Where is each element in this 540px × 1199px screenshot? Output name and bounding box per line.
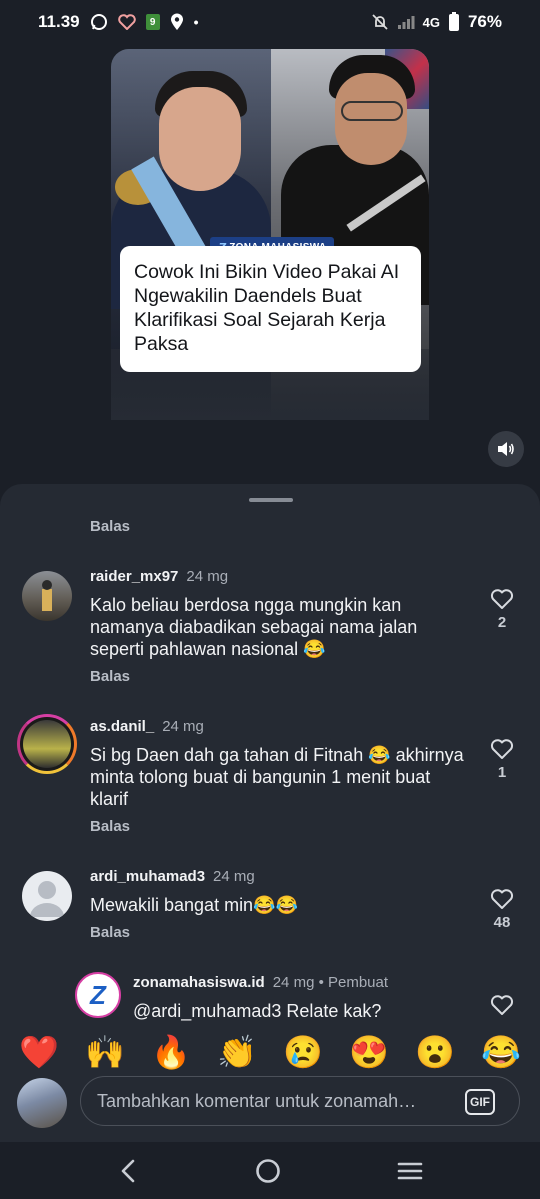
avatar-placeholder[interactable] [22, 871, 72, 921]
like-count: 2 [497, 614, 507, 631]
comment-input-placeholder: Tambahkan komentar untuk zonamah… [97, 1090, 417, 1111]
heart-icon [490, 589, 514, 609]
video-headline: Cowok Ini Bikin Video Pakai AI Ngewakili… [120, 246, 421, 372]
comment-text: Kalo beliau berdosa ngga mungkin kan nam… [90, 595, 418, 659]
comment-username[interactable]: raider_mx97 24 mg [90, 568, 228, 585]
app-notification-icon: 9 [145, 14, 160, 30]
sheet-drag-handle[interactable] [249, 498, 293, 502]
gif-button[interactable]: GIF [465, 1089, 495, 1115]
reply-link[interactable]: Balas [90, 924, 130, 941]
whatsapp-icon [90, 14, 107, 30]
system-nav-bar [0, 1142, 540, 1199]
comment-text: Si bg Daen dah ga tahan di Fitnah 😂 akhi… [90, 745, 464, 809]
comment-text: @ardi_muhamad3 Relate kak? [133, 1001, 382, 1021]
emoji-fire[interactable]: 🔥 [151, 1033, 191, 1071]
my-avatar[interactable] [17, 1078, 67, 1128]
comment-input-row: Tambahkan komentar untuk zonamah… GIF [0, 1075, 540, 1139]
emoji-quick-bar: ❤️ 🙌 🔥 👏 😢 😍 😮 😂 [0, 1022, 540, 1082]
comment-username[interactable]: as.danil_ 24 mg [90, 718, 204, 735]
reply-link[interactable]: Balas [90, 818, 130, 835]
emoji-crying[interactable]: 😢 [283, 1033, 323, 1071]
back-icon[interactable] [117, 1158, 139, 1184]
signal-icon [397, 16, 415, 29]
sound-button[interactable] [488, 431, 524, 467]
comment-username[interactable]: zonamahasiswa.id 24 mg • Pembuat [133, 974, 388, 991]
comment-time: 24 mg • Pembuat [272, 974, 389, 991]
like-button[interactable]: 2 [484, 588, 520, 631]
comment-time: 24 mg [186, 568, 229, 585]
comment-text: Mewakili bangat min😂😂 [90, 895, 298, 915]
avatar-with-story-ring[interactable] [17, 714, 77, 774]
reply-link[interactable]: Balas [90, 518, 130, 535]
battery-level: 76% [467, 12, 502, 31]
emoji-raised-hands[interactable]: 🙌 [85, 1033, 125, 1071]
heart-icon [490, 995, 514, 1015]
creator-avatar[interactable]: Z [75, 972, 121, 1018]
emoji-heart[interactable]: ❤️ [19, 1033, 59, 1071]
status-time: 11.39 [38, 12, 80, 31]
comment-time: 24 mg [162, 718, 204, 735]
dot-icon: • [193, 14, 199, 30]
comment-username[interactable]: ardi_muhamad3 24 mg [90, 868, 255, 885]
avatar[interactable] [22, 571, 72, 621]
like-button[interactable]: 1 [484, 738, 520, 781]
location-icon [170, 13, 183, 30]
heart-icon [490, 739, 514, 759]
emoji-clap[interactable]: 👏 [217, 1033, 257, 1071]
emoji-laughing[interactable]: 😂 [481, 1033, 521, 1071]
comment-time: 24 mg [213, 868, 255, 885]
heart-rate-icon [117, 14, 136, 30]
heart-icon [490, 889, 514, 909]
like-count: 48 [493, 914, 511, 931]
battery-icon [448, 12, 459, 31]
emoji-surprised[interactable]: 😮 [415, 1033, 455, 1071]
comment-input[interactable]: Tambahkan komentar untuk zonamah… GIF [80, 1076, 520, 1126]
like-button[interactable]: 48 [484, 888, 520, 931]
like-count: 1 [497, 764, 507, 781]
speaker-icon [498, 442, 514, 456]
recent-apps-icon[interactable] [397, 1160, 423, 1182]
creator-logo-icon: Z [90, 979, 106, 1010]
like-button[interactable] [484, 994, 520, 1016]
reply-link[interactable]: Balas [90, 668, 130, 685]
emoji-heart-eyes[interactable]: 😍 [349, 1033, 389, 1071]
mute-icon [371, 14, 388, 30]
person-icon [30, 881, 64, 917]
status-bar: 11.39 9 • 4G 76% [0, 0, 540, 44]
network-type: 4G [422, 14, 440, 30]
home-icon[interactable] [254, 1157, 282, 1185]
